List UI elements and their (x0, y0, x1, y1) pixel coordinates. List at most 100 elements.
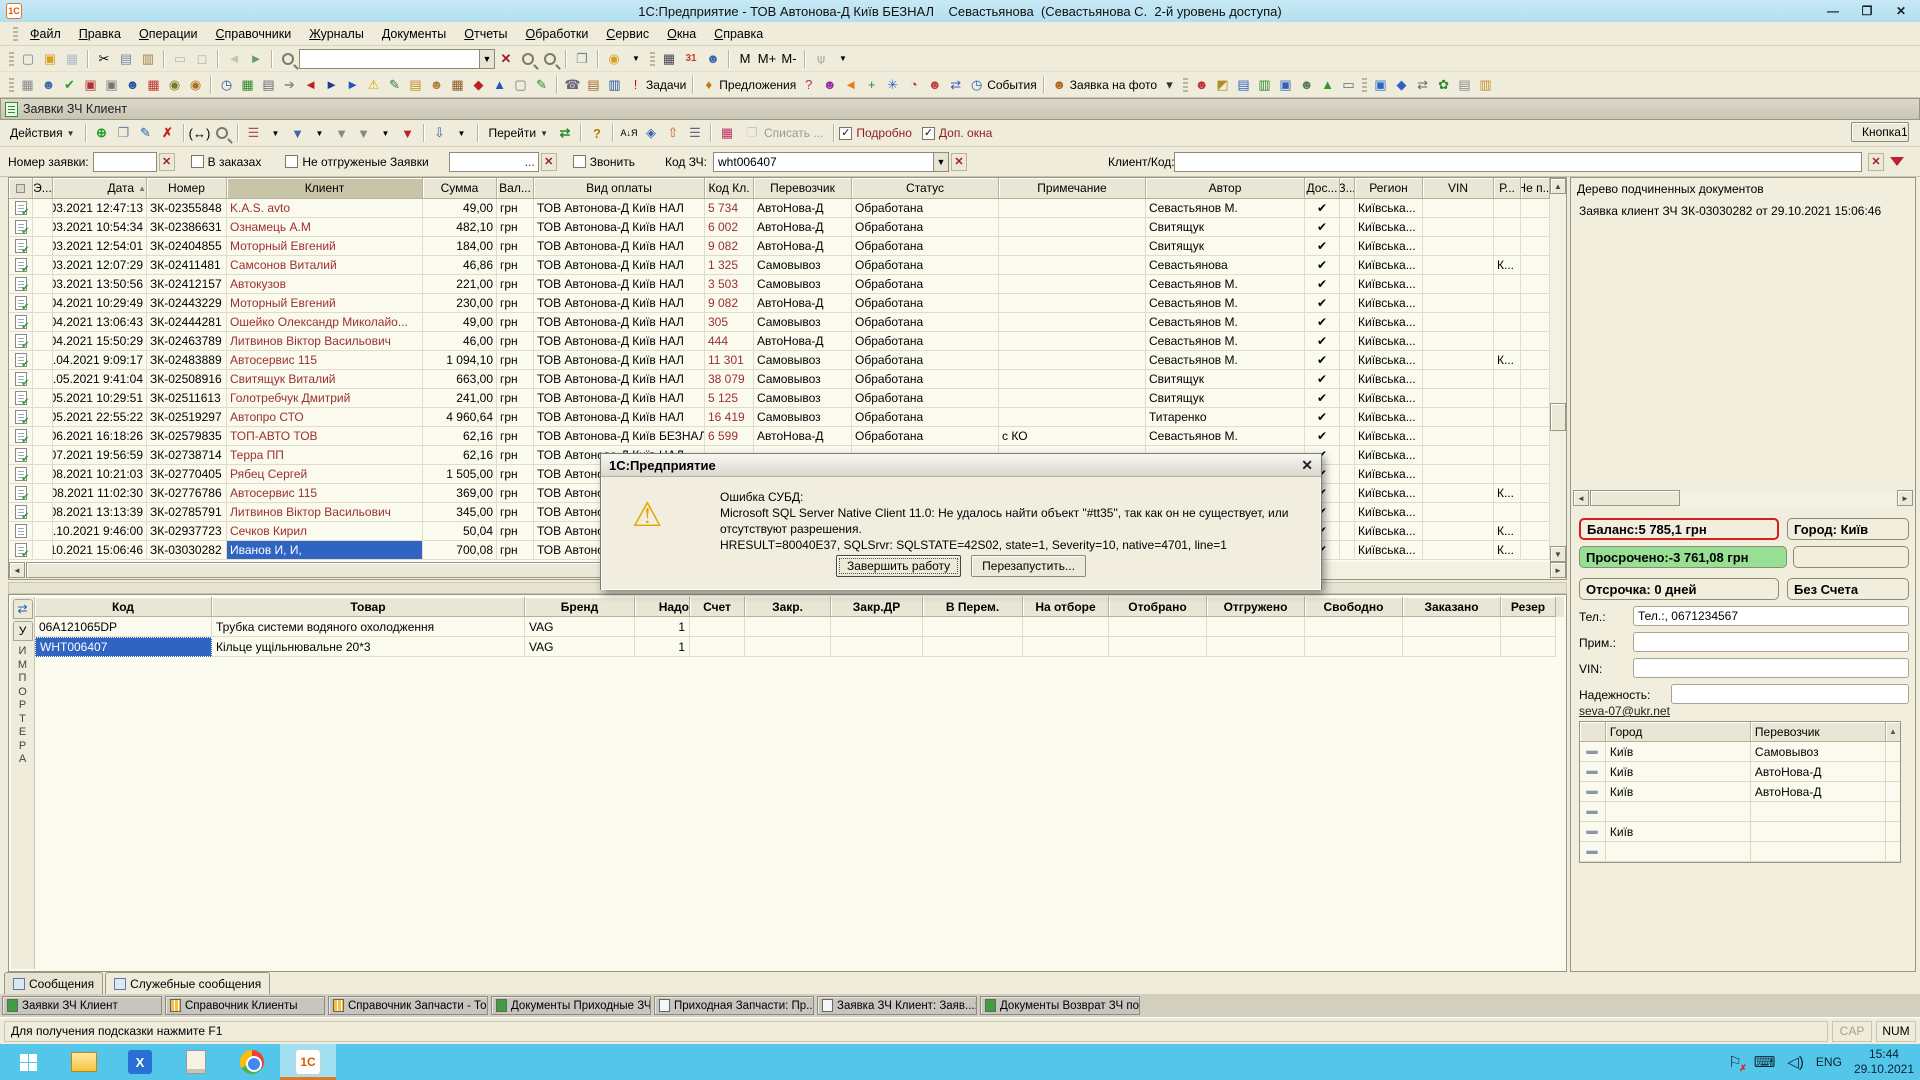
scroll-right-icon[interactable]: ► (1897, 490, 1913, 506)
offers-icon[interactable]: ♦ Предложения (698, 74, 798, 96)
red-grid-icon[interactable]: ▦ (143, 74, 164, 96)
carrier-col-carrier[interactable]: Перевозчик (1751, 722, 1886, 742)
message-tab[interactable]: Служебные сообщения (105, 972, 270, 994)
goto-button[interactable]: Перейти▼ (483, 122, 554, 144)
add-icon[interactable]: ⊕ (91, 122, 113, 144)
close-button[interactable]: ✕ (1886, 2, 1916, 19)
memory-mplus-button[interactable]: M+ (756, 48, 778, 70)
memory-mminus-button[interactable]: M- (778, 48, 800, 70)
phone-icon[interactable]: ☎ (562, 74, 583, 96)
carrier-row[interactable] (1580, 842, 1900, 862)
col-header-status[interactable]: Статус (852, 178, 999, 199)
col-header-carrier[interactable]: Перевозчик (754, 178, 852, 199)
part-code-clear-icon[interactable]: ✕ (951, 153, 967, 171)
caret-icon[interactable]: ▼ (309, 122, 331, 144)
money-icon[interactable]: ▥ (1254, 74, 1275, 96)
doc-plain-icon[interactable]: ▢ (510, 74, 531, 96)
client-filter-input[interactable]: ... (449, 152, 539, 172)
people2-icon[interactable]: ☻ (1296, 74, 1317, 96)
person-out-icon[interactable]: ☻ (924, 74, 945, 96)
checkbox-not-shipped[interactable]: Не отгруженые Заявки (285, 155, 428, 169)
copy-row-icon[interactable]: ❐ (113, 122, 135, 144)
part-code-dropdown-icon[interactable]: ▼ (933, 152, 949, 172)
leaf-icon[interactable]: ✿ (1433, 74, 1454, 96)
paste-icon[interactable]: ▥ (137, 48, 159, 70)
copy-icon[interactable]: ▤ (115, 48, 137, 70)
col-header-z[interactable]: З... (1340, 178, 1355, 199)
email-link[interactable]: seva-07@ukr.net (1579, 704, 1670, 718)
sort-az-icon[interactable]: А↓Я (618, 122, 640, 144)
request-no-clear-icon[interactable]: ✕ (159, 153, 175, 171)
volume-icon[interactable]: ◁) (1787, 1053, 1804, 1071)
mdi-window-button[interactable]: Документы Возврат ЗЧ по... (980, 996, 1140, 1015)
table-row[interactable]: 28.04.2021 9:09:17 ЗК-02483889 Автосерви… (9, 351, 1566, 370)
col-header-r[interactable]: Р... (1494, 178, 1521, 199)
scroll-left-icon[interactable]: ◄ (9, 562, 25, 578)
person-tan-icon[interactable]: ☻ (426, 74, 447, 96)
chart-icon[interactable]: ▥ (604, 74, 625, 96)
col-header[interactable]: Э... (33, 178, 53, 199)
table-row[interactable]: 13.04.2021 10:29:49 ЗК-02443229 Моторный… (9, 294, 1566, 313)
writeoff-button[interactable]: ❐Списать ... (738, 122, 829, 144)
table-row[interactable]: 10.05.2021 9:41:04 ЗК-02508916 Свитящук … (9, 370, 1566, 389)
info-dropdown-icon[interactable]: ▼ (625, 48, 647, 70)
restart-button[interactable]: Перезапустить... (971, 555, 1086, 577)
search-input[interactable] (299, 49, 479, 69)
arrow-up-icon[interactable]: ▲ (489, 74, 510, 96)
search-in-list-icon[interactable] (211, 122, 233, 144)
menu-item[interactable]: Операции (130, 24, 206, 44)
arrow-blue2-icon[interactable]: ► (342, 74, 363, 96)
goods-col-name[interactable]: Товар (212, 597, 525, 617)
part-code-input[interactable]: wht006407 (713, 152, 933, 172)
person-color-icon[interactable]: ☻ (819, 74, 840, 96)
snowflake-icon[interactable]: ✳ (882, 74, 903, 96)
goods-col-brand[interactable]: Бренд (525, 597, 635, 617)
toolbar-grip[interactable] (9, 76, 14, 94)
col-header-author[interactable]: Автор (1146, 178, 1305, 199)
goods-col-need[interactable]: Надо (635, 597, 690, 617)
settings-grid-icon[interactable]: ▦ (17, 74, 38, 96)
user-lock-icon[interactable]: ☻ (702, 48, 724, 70)
user-blue-icon[interactable]: ☻ (38, 74, 59, 96)
col-header-region[interactable]: Регион (1355, 178, 1423, 199)
carrier-row[interactable]: Київ АвтоНова-Д (1580, 762, 1900, 782)
edit-icon[interactable]: ✎ (135, 122, 157, 144)
monitor-gray-icon[interactable]: ▣ (101, 74, 122, 96)
phone-input[interactable]: Тел.:, 0671234567 (1633, 606, 1909, 626)
photo-icon[interactable]: ◉ (185, 74, 206, 96)
delete-icon[interactable]: ✗ (157, 122, 179, 144)
start-button[interactable] (0, 1044, 56, 1080)
subordinate-doc-tree[interactable]: Заявка клиент ЗЧ ЗК-03030282 от 29.10.20… (1573, 200, 1899, 488)
action-center-flag-icon[interactable]: ⚐ (1728, 1053, 1741, 1071)
network-icon[interactable]: ⌨ (1754, 1053, 1776, 1071)
scroll-right-icon[interactable]: ► (1550, 562, 1566, 578)
refresh-tab-icon[interactable]: ⇄ (13, 599, 33, 619)
print-icon[interactable]: ▭ (169, 48, 191, 70)
menu-item[interactable]: Сервис (597, 24, 658, 44)
side-tab-u[interactable]: У (13, 621, 33, 641)
quit-button[interactable]: Завершить работу (836, 555, 961, 577)
v-scrollbar[interactable]: ▲ ▼ (1550, 178, 1566, 562)
search-clear-icon[interactable]: ✕ (495, 48, 517, 70)
table-row[interactable]: 02.06.2021 16:18:26 ЗК-02579835 ТОП-АВТО… (9, 427, 1566, 446)
menu-item[interactable]: Документы (373, 24, 455, 44)
open-folder-icon[interactable]: ▣ (39, 48, 61, 70)
menu-item[interactable]: Обработки (516, 24, 597, 44)
part-code-combo[interactable]: wht006407 ▼ (713, 152, 949, 172)
carrier-row[interactable]: Київ (1580, 822, 1900, 842)
preview-icon[interactable]: ◻ (191, 48, 213, 70)
arrow-red-left-icon[interactable]: ◄ (300, 74, 321, 96)
table-row[interactable]: 31.03.2021 13:50:56 ЗК-02412157 Автокузо… (9, 275, 1566, 294)
redo-icon[interactable]: ► (245, 48, 267, 70)
calculator-icon[interactable]: ▦ (658, 48, 680, 70)
filter-funnel-icon[interactable] (1890, 157, 1904, 166)
col-header-cur[interactable]: Вал... (497, 178, 534, 199)
scroll-left-icon[interactable]: ◄ (1573, 490, 1589, 506)
carrier-col-city[interactable]: Город (1606, 722, 1751, 742)
grip[interactable] (1183, 76, 1188, 94)
menu-item[interactable]: Правка (70, 24, 130, 44)
save-icon[interactable]: ▦ (61, 48, 83, 70)
caret-icon[interactable]: ▼ (375, 122, 397, 144)
events-icon[interactable]: ◷ События (966, 74, 1039, 96)
toolbar-grip[interactable] (13, 25, 18, 43)
